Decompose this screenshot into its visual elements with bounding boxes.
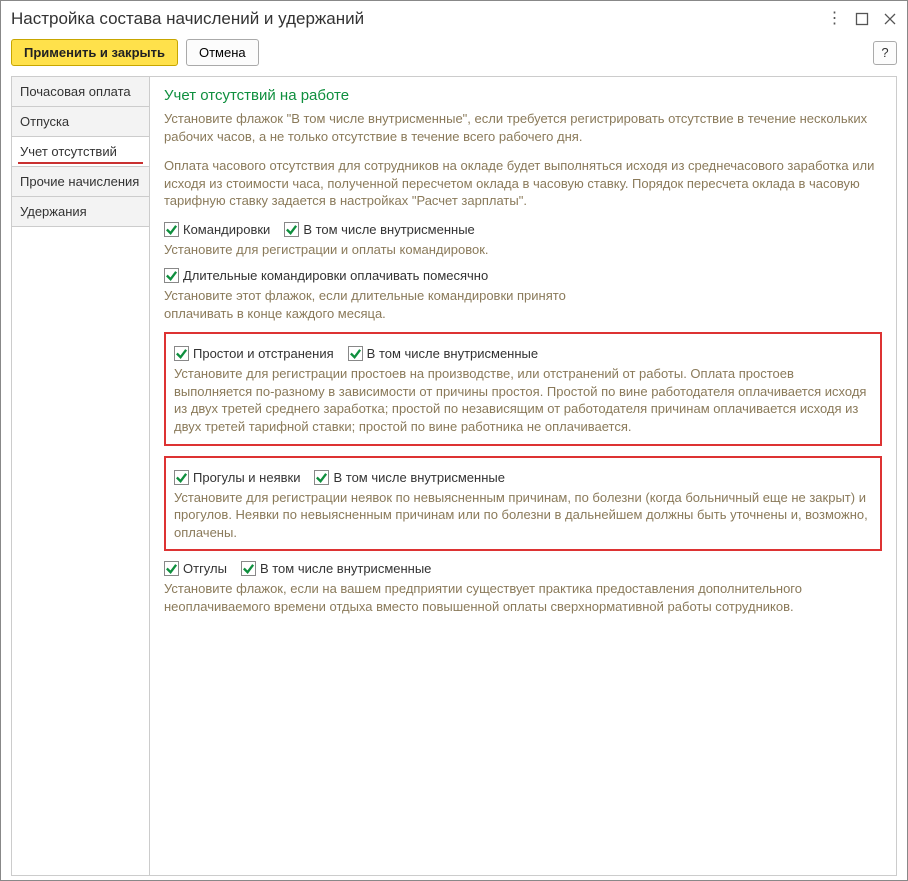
checkbox-downtime[interactable]: Простои и отстранения — [174, 346, 334, 361]
tab-label: Прочие начисления — [20, 174, 139, 189]
intro-text-1: Установите флажок "В том числе внутрисме… — [164, 110, 882, 145]
checkbox-downtime-intra[interactable]: В том числе внутрисменные — [348, 346, 538, 361]
checkbox-label: В том числе внутрисменные — [333, 470, 504, 485]
checkmark-icon — [284, 222, 299, 237]
checkbox-compensatory-intra[interactable]: В том числе внутрисменные — [241, 561, 431, 576]
checkmark-icon — [314, 470, 329, 485]
cancel-button[interactable]: Отмена — [186, 39, 259, 66]
section-absences-highlight: Прогулы и неявки В том числе внутрисменн… — [164, 456, 882, 552]
checkmark-icon — [174, 346, 189, 361]
checkbox-label: Командировки — [183, 222, 270, 237]
section-business-trips: Командировки В том числе внутрисменные У… — [164, 222, 882, 323]
close-icon[interactable] — [883, 12, 897, 26]
checkmark-icon — [164, 222, 179, 237]
content-panel: Учет отсутствий на работе Установите фла… — [150, 77, 896, 875]
window-title: Настройка состава начислений и удержаний — [11, 9, 827, 29]
description-text: Установите для регистрации неявок по нев… — [174, 489, 872, 542]
sidebar-tab-absence[interactable]: Учет отсутствий — [12, 137, 149, 167]
tab-label: Учет отсутствий — [20, 144, 117, 159]
checkmark-icon — [174, 470, 189, 485]
checkmark-icon — [348, 346, 363, 361]
checkbox-business-trips-intra[interactable]: В том числе внутрисменные — [284, 222, 474, 237]
checkbox-label: В том числе внутрисменные — [303, 222, 474, 237]
kebab-menu-icon[interactable]: ⋮ — [827, 12, 841, 26]
checkmark-icon — [164, 268, 179, 283]
sidebar-tab-vacation[interactable]: Отпуска — [12, 107, 149, 137]
sidebar-tab-other[interactable]: Прочие начисления — [12, 167, 149, 197]
main-panel: Почасовая оплата Отпуска Учет отсутствий… — [11, 76, 897, 876]
description-text: Установите для регистрации простоев на п… — [174, 365, 872, 435]
checkbox-label: Отгулы — [183, 561, 227, 576]
description-text: Установите для регистрации и оплаты кома… — [164, 241, 882, 259]
toolbar: Применить и закрыть Отмена ? — [1, 35, 907, 76]
checkbox-label: В том числе внутрисменные — [367, 346, 538, 361]
apply-close-button[interactable]: Применить и закрыть — [11, 39, 178, 66]
sidebar-tab-deductions[interactable]: Удержания — [12, 197, 149, 227]
checkbox-long-trips-monthly[interactable]: Длительные командировки оплачивать помес… — [164, 268, 488, 283]
page-heading: Учет отсутствий на работе — [164, 87, 882, 104]
sidebar-tab-hourly[interactable]: Почасовая оплата — [12, 77, 149, 107]
tab-label: Почасовая оплата — [20, 84, 131, 99]
checkbox-absences-intra[interactable]: В том числе внутрисменные — [314, 470, 504, 485]
tab-label: Отпуска — [20, 114, 69, 129]
checkbox-absences[interactable]: Прогулы и неявки — [174, 470, 300, 485]
section-compensatory-leave: Отгулы В том числе внутрисменные Установ… — [164, 561, 882, 615]
section-downtime-highlight: Простои и отстранения В том числе внутри… — [164, 332, 882, 445]
checkbox-label: Прогулы и неявки — [193, 470, 300, 485]
titlebar: Настройка состава начислений и удержаний… — [1, 1, 907, 35]
checkbox-compensatory[interactable]: Отгулы — [164, 561, 227, 576]
description-text: Установите флажок, если на вашем предпри… — [164, 580, 882, 615]
sidebar: Почасовая оплата Отпуска Учет отсутствий… — [12, 77, 150, 875]
intro-text-2: Оплата часового отсутствия для сотрудник… — [164, 157, 882, 210]
description-text: Установите этот флажок, если длительные … — [164, 287, 584, 322]
checkbox-business-trips[interactable]: Командировки — [164, 222, 270, 237]
checkbox-label: Простои и отстранения — [193, 346, 334, 361]
checkmark-icon — [164, 561, 179, 576]
tab-label: Удержания — [20, 204, 87, 219]
window-controls: ⋮ — [827, 12, 897, 26]
maximize-icon[interactable] — [855, 12, 869, 26]
checkbox-label: В том числе внутрисменные — [260, 561, 431, 576]
checkmark-icon — [241, 561, 256, 576]
checkbox-label: Длительные командировки оплачивать помес… — [183, 268, 488, 283]
help-button[interactable]: ? — [873, 41, 897, 65]
